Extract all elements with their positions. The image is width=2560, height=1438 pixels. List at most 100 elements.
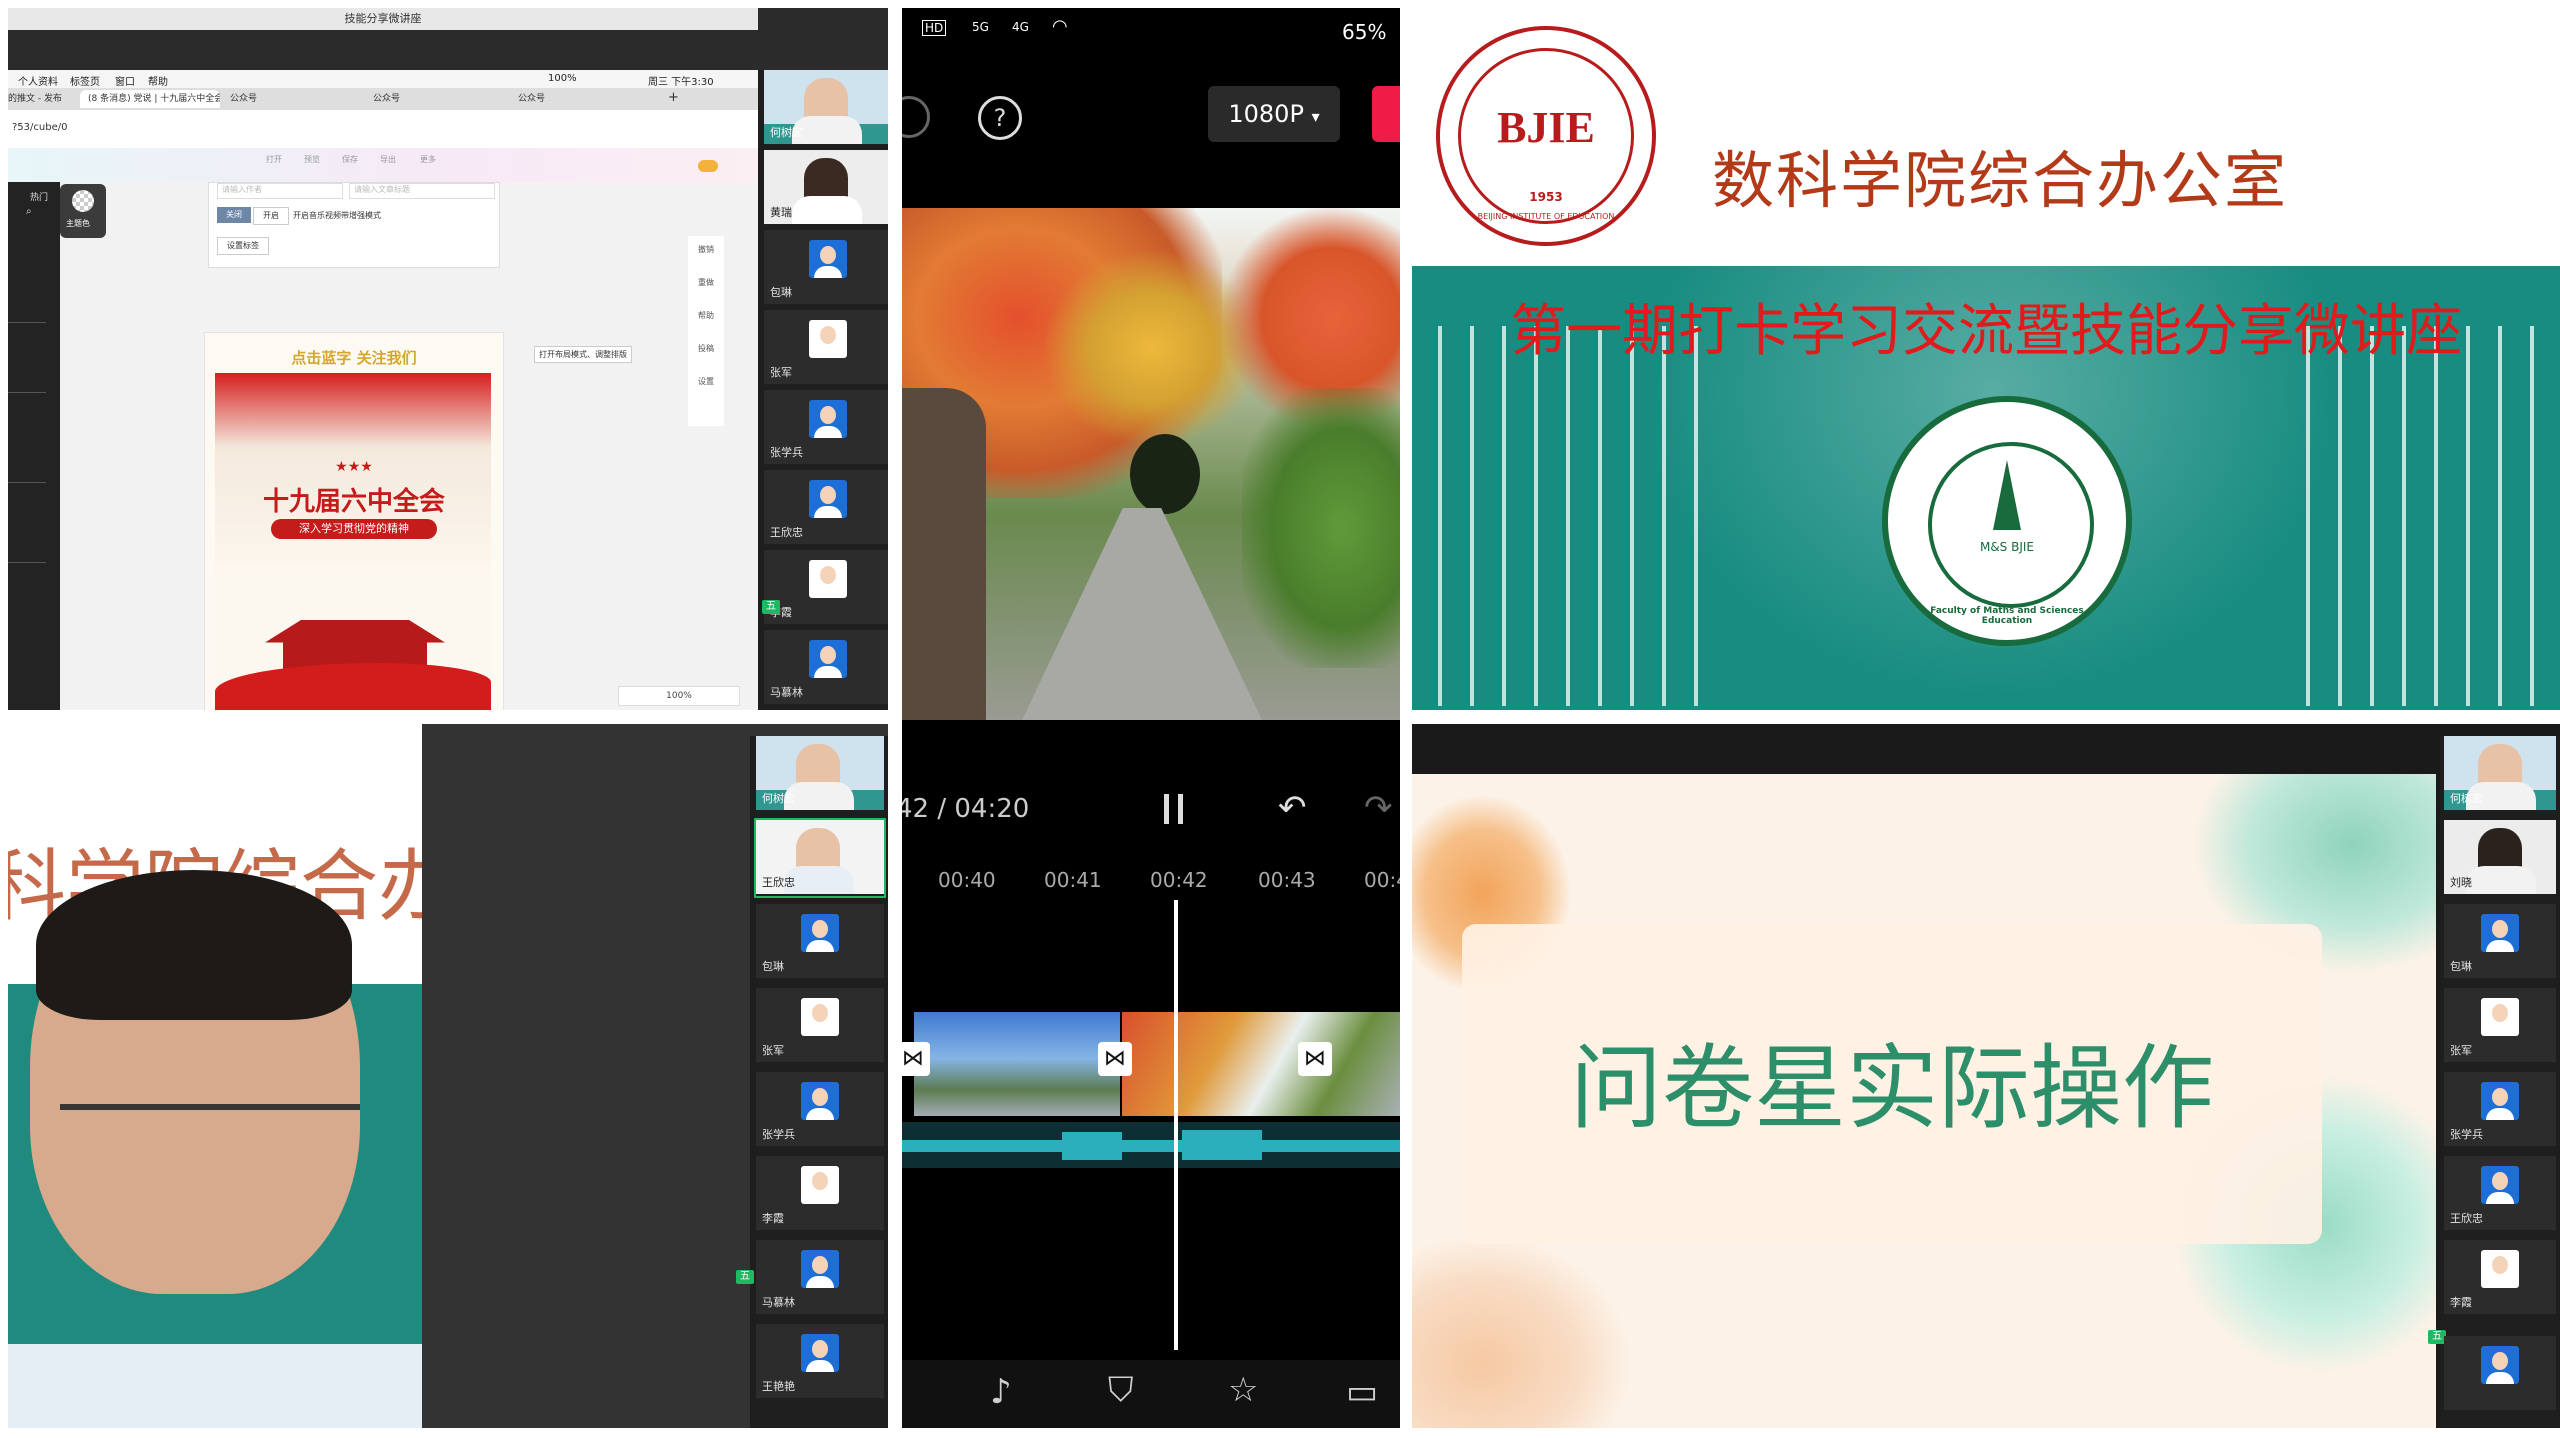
new-tab-icon[interactable]: + [668,90,679,105]
participant-name: 刘晓 [2450,876,2472,889]
participant-tile[interactable]: 王艳艳 [756,1324,884,1400]
participant-tile[interactable]: 李霞 [764,550,888,626]
participant-name: 张军 [770,366,792,379]
title-input[interactable]: 请输入文章标题 [349,183,495,199]
participant-name: 包琳 [762,960,784,973]
help-button[interactable]: 帮助 [688,310,724,321]
participant-name: 李霞 [2450,1296,2472,1309]
ruler-tick: 00:41 [1044,868,1102,892]
participant-tile[interactable]: 包琳 [764,230,888,306]
browser-tab[interactable]: 的推文 - 发布 [8,90,76,108]
participant-tile[interactable]: 张学兵 [756,1072,884,1148]
clip-thumbnail-sky[interactable] [914,1012,1120,1116]
effect-icon[interactable]: ☆ [1228,1370,1258,1410]
audio-waveform[interactable] [902,1122,1400,1168]
menu-item-window[interactable]: 窗口 [115,73,135,88]
poster-preview: 点击蓝字 关注我们 ★★★ 十九届六中全会 深入学习贯彻党的精神 [204,332,504,710]
theme-swatch[interactable] [72,190,94,212]
toolbar-open-button[interactable]: 打开 [266,154,282,165]
participant-tile[interactable]: 张学兵 [764,390,888,466]
export-button[interactable] [1372,86,1400,142]
tab-label: 公众号 [230,94,258,104]
floating-toolbar[interactable]: 五 [736,1270,754,1284]
participant-tile[interactable]: 张军 [764,310,888,386]
participant-tile[interactable]: 李霞 [756,1156,884,1232]
resolution-button[interactable]: 1080P ▾ [1208,86,1340,142]
author-input[interactable]: 请输入作者 [217,183,343,199]
clip-thumbnail-autumn[interactable] [1122,1012,1400,1116]
notification-badge[interactable] [698,160,718,172]
participants-column: 何树宏 刘晓 包琳 张军 张学兵 王欣忠 五 李霞 [2428,736,2560,1428]
redo-icon[interactable]: ↷ [1364,788,1393,828]
participant-tile-video[interactable]: 刘晓 [2444,820,2556,896]
playhead[interactable] [1174,900,1178,1350]
participant-tile[interactable]: 张军 [756,988,884,1064]
search-icon[interactable]: ⌕ [26,206,32,217]
browser-tab[interactable]: 公众号 [518,90,638,108]
avatar [2481,1082,2519,1120]
ruler-tick: 00:43 [1258,868,1316,892]
participant-tile[interactable]: 张学兵 [2444,1072,2556,1148]
menu-item-profile[interactable]: 个人资料 [18,73,58,88]
participant-name: 何树宏 [762,792,795,805]
music-mode-text: 开启音乐视频带增强模式 [293,211,381,220]
sticker-icon[interactable]: ⛉ [1108,1370,1134,1410]
browser-tab-active[interactable]: (8 条消息) 党说 | 十九届六中全会 [80,90,220,108]
participant-name: 李霞 [762,1212,784,1225]
participant-tile-video[interactable]: 何树宏 [764,70,888,146]
pause-icon[interactable] [1160,792,1190,826]
transition-icon[interactable]: ⋈ [1298,1042,1332,1076]
toggle-off-button[interactable]: 关闭 [217,207,251,223]
participant-tile-active-speaker[interactable]: 王欣忠 [754,818,886,898]
music-icon[interactable]: ♪ [990,1372,1012,1412]
participant-tile[interactable]: 李霞 [2444,1240,2556,1316]
speaker-shirt [8,1344,422,1428]
participant-tile[interactable]: 马慕林 [764,630,888,706]
redo-button[interactable]: 重做 [688,277,724,288]
panel-title-slide: BJIE 1953 BEIJING INSTITUTE OF EDUCATION… [1412,8,2560,710]
close-icon[interactable] [902,96,930,138]
participant-tile[interactable]: 包琳 [756,904,884,980]
participant-tile[interactable]: 张军 [2444,988,2556,1064]
right-tool-column: 撤销 重做 帮助 投稿 设置 [688,236,724,426]
tab-label: 公众号 [373,94,401,104]
transition-icon[interactable]: ⋈ [1098,1042,1132,1076]
settings-button[interactable]: 设置 [688,376,724,387]
side-item-hot[interactable]: 热门 [30,190,48,203]
wifi-icon: ◠ [1052,16,1068,37]
zoom-control[interactable]: 100% [618,686,740,706]
participant-tile[interactable]: 包琳 [2444,904,2556,980]
menu-item-help[interactable]: 帮助 [148,73,168,88]
participant-tile[interactable] [2444,1336,2556,1412]
theme-color-popup[interactable]: 主题色 [60,184,106,238]
toolbar-export-button[interactable]: 导出 [380,154,396,165]
logo-year: 1953 [1529,190,1563,204]
submit-button[interactable]: 投稿 [688,343,724,354]
poster-follow-text: 点击蓝字 关注我们 [291,349,417,367]
toolbar-preview-button[interactable]: 预览 [304,154,320,165]
undo-icon[interactable]: ↶ [1278,788,1307,828]
folder-icon[interactable]: ▭ [1346,1372,1378,1412]
set-tag-button[interactable]: 设置标签 [217,237,269,255]
floating-toolbar[interactable]: 五 [762,600,780,614]
avatar [801,1250,839,1288]
participant-tile-video[interactable]: 黄瑞 [764,150,888,226]
undo-button[interactable]: 撤销 [688,244,724,255]
browser-tab[interactable]: 公众号 [230,90,350,108]
participant-tile[interactable]: 马慕林 [756,1240,884,1316]
participant-tile[interactable]: 王欣忠 [764,470,888,546]
menu-item-tabs[interactable]: 标签页 [70,73,100,88]
browser-tab[interactable]: 公众号 [373,90,493,108]
tree-trunk [902,388,986,720]
clip-track[interactable]: ⋈ ⋈ ⋈ [902,1006,1400,1122]
status-bar: HD 5G 4G ◠ 65% [902,8,1400,52]
help-icon[interactable]: ? [978,96,1022,140]
participant-tile-video[interactable]: 何树宏 [2444,736,2556,812]
address-bar[interactable]: ?53/cube/0 [8,110,758,149]
transition-icon[interactable]: ⋈ [902,1042,930,1076]
toggle-on-button[interactable]: 开启 [253,207,289,225]
participant-tile-video[interactable]: 何树宏 [756,736,884,812]
toolbar-more-button[interactable]: 更多 [420,154,436,165]
toolbar-save-button[interactable]: 保存 [342,154,358,165]
participant-tile[interactable]: 王欣忠 [2444,1156,2556,1232]
